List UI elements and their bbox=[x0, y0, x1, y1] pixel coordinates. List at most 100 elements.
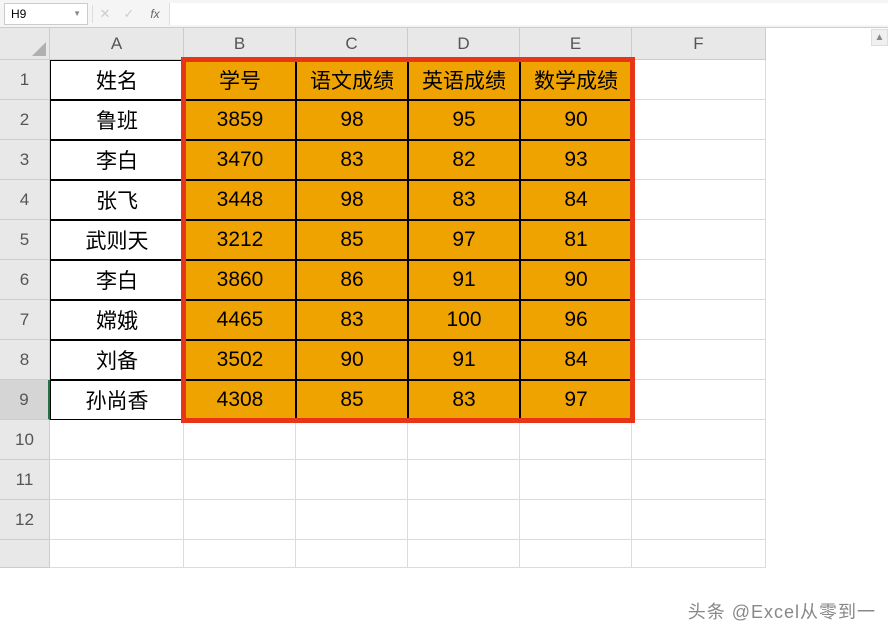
table-cell[interactable]: 91 bbox=[408, 340, 520, 380]
table-cell[interactable]: 90 bbox=[296, 340, 408, 380]
table-cell[interactable]: 3859 bbox=[184, 100, 296, 140]
table-header-cell[interactable]: 语文成绩 bbox=[296, 60, 408, 100]
cell[interactable] bbox=[632, 100, 766, 140]
table-cell[interactable]: 82 bbox=[408, 140, 520, 180]
table-cell[interactable]: 84 bbox=[520, 340, 632, 380]
chevron-down-icon[interactable]: ▼ bbox=[73, 9, 81, 18]
table-cell[interactable]: 张飞 bbox=[50, 180, 184, 220]
cell[interactable] bbox=[296, 500, 408, 540]
column-header-F[interactable]: F bbox=[632, 28, 766, 60]
cell[interactable] bbox=[184, 500, 296, 540]
cell[interactable] bbox=[408, 540, 520, 568]
table-cell[interactable]: 100 bbox=[408, 300, 520, 340]
row-header-9[interactable]: 9 bbox=[0, 380, 50, 420]
cell[interactable] bbox=[632, 540, 766, 568]
cell[interactable] bbox=[184, 540, 296, 568]
cell[interactable] bbox=[50, 460, 184, 500]
table-header-cell[interactable]: 英语成绩 bbox=[408, 60, 520, 100]
table-cell[interactable]: 95 bbox=[408, 100, 520, 140]
cell[interactable] bbox=[50, 500, 184, 540]
cell[interactable] bbox=[408, 420, 520, 460]
fx-button[interactable]: fx bbox=[141, 3, 165, 25]
table-cell[interactable]: 93 bbox=[520, 140, 632, 180]
row-header-1[interactable]: 1 bbox=[0, 60, 50, 100]
row-header-13[interactable] bbox=[0, 540, 50, 568]
table-cell[interactable]: 90 bbox=[520, 260, 632, 300]
table-cell[interactable]: 86 bbox=[296, 260, 408, 300]
table-cell[interactable]: 90 bbox=[520, 100, 632, 140]
table-cell[interactable]: 李白 bbox=[50, 140, 184, 180]
table-cell[interactable]: 85 bbox=[296, 220, 408, 260]
column-header-B[interactable]: B bbox=[184, 28, 296, 60]
cell[interactable] bbox=[520, 420, 632, 460]
table-cell[interactable]: 刘备 bbox=[50, 340, 184, 380]
cell[interactable] bbox=[50, 420, 184, 460]
cell[interactable] bbox=[408, 460, 520, 500]
column-header-D[interactable]: D bbox=[408, 28, 520, 60]
table-cell[interactable]: 鲁班 bbox=[50, 100, 184, 140]
cell[interactable] bbox=[632, 500, 766, 540]
table-cell[interactable]: 81 bbox=[520, 220, 632, 260]
table-cell[interactable]: 4465 bbox=[184, 300, 296, 340]
table-cell[interactable]: 98 bbox=[296, 100, 408, 140]
table-header-cell[interactable]: 学号 bbox=[184, 60, 296, 100]
column-header-A[interactable]: A bbox=[50, 28, 184, 60]
cell[interactable] bbox=[632, 300, 766, 340]
row-header-7[interactable]: 7 bbox=[0, 300, 50, 340]
cell[interactable] bbox=[632, 220, 766, 260]
row-header-2[interactable]: 2 bbox=[0, 100, 50, 140]
table-cell[interactable]: 83 bbox=[296, 140, 408, 180]
cell[interactable] bbox=[296, 420, 408, 460]
row-header-12[interactable]: 12 bbox=[0, 500, 50, 540]
cell[interactable] bbox=[296, 460, 408, 500]
cell[interactable] bbox=[632, 140, 766, 180]
table-cell[interactable]: 李白 bbox=[50, 260, 184, 300]
table-cell[interactable]: 3860 bbox=[184, 260, 296, 300]
row-header-6[interactable]: 6 bbox=[0, 260, 50, 300]
cell[interactable] bbox=[632, 340, 766, 380]
cell[interactable] bbox=[520, 460, 632, 500]
row-header-4[interactable]: 4 bbox=[0, 180, 50, 220]
table-header-cell[interactable]: 数学成绩 bbox=[520, 60, 632, 100]
cell[interactable] bbox=[184, 460, 296, 500]
table-cell[interactable]: 85 bbox=[296, 380, 408, 420]
cell[interactable] bbox=[632, 460, 766, 500]
select-all-corner[interactable] bbox=[0, 28, 50, 60]
row-header-10[interactable]: 10 bbox=[0, 420, 50, 460]
column-header-E[interactable]: E bbox=[520, 28, 632, 60]
cell[interactable] bbox=[184, 420, 296, 460]
cell[interactable] bbox=[408, 500, 520, 540]
row-header-11[interactable]: 11 bbox=[0, 460, 50, 500]
column-header-C[interactable]: C bbox=[296, 28, 408, 60]
table-cell[interactable]: 4308 bbox=[184, 380, 296, 420]
cell[interactable] bbox=[520, 540, 632, 568]
cell[interactable] bbox=[632, 260, 766, 300]
table-cell[interactable]: 3470 bbox=[184, 140, 296, 180]
table-cell[interactable]: 96 bbox=[520, 300, 632, 340]
table-cell[interactable]: 98 bbox=[296, 180, 408, 220]
table-cell[interactable]: 83 bbox=[408, 380, 520, 420]
table-cell[interactable]: 91 bbox=[408, 260, 520, 300]
table-cell[interactable]: 83 bbox=[408, 180, 520, 220]
cell[interactable] bbox=[632, 180, 766, 220]
table-cell[interactable]: 嫦娥 bbox=[50, 300, 184, 340]
table-cell[interactable]: 3212 bbox=[184, 220, 296, 260]
cell[interactable] bbox=[632, 60, 766, 100]
table-cell[interactable]: 97 bbox=[408, 220, 520, 260]
table-cell[interactable]: 97 bbox=[520, 380, 632, 420]
table-cell[interactable]: 孙尚香 bbox=[50, 380, 184, 420]
table-cell[interactable]: 3502 bbox=[184, 340, 296, 380]
cell[interactable] bbox=[632, 420, 766, 460]
table-cell[interactable]: 3448 bbox=[184, 180, 296, 220]
formula-input[interactable] bbox=[169, 3, 888, 25]
cell[interactable] bbox=[296, 540, 408, 568]
table-cell[interactable]: 83 bbox=[296, 300, 408, 340]
table-header-cell[interactable]: 姓名 bbox=[50, 60, 184, 100]
table-cell[interactable]: 武则天 bbox=[50, 220, 184, 260]
row-header-3[interactable]: 3 bbox=[0, 140, 50, 180]
row-header-8[interactable]: 8 bbox=[0, 340, 50, 380]
row-header-5[interactable]: 5 bbox=[0, 220, 50, 260]
table-cell[interactable]: 84 bbox=[520, 180, 632, 220]
name-box[interactable]: H9 ▼ bbox=[4, 3, 88, 25]
scroll-up-button[interactable]: ▲ bbox=[871, 29, 888, 46]
